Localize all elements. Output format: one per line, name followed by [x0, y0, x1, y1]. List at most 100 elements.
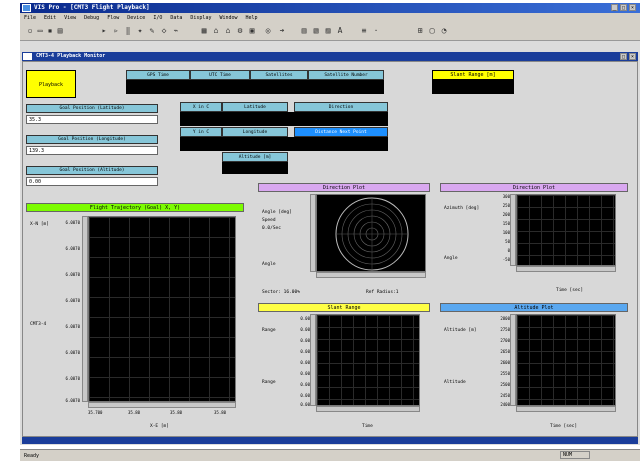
- altitude-plot-hscroll[interactable]: [516, 406, 616, 412]
- child-restore-button[interactable]: □: [620, 53, 627, 60]
- child-close-button[interactable]: ×: [629, 53, 636, 60]
- slant-range-header: Slant Range [m]: [432, 70, 514, 80]
- network-icon[interactable]: ⌂: [212, 27, 220, 35]
- slant-range-plot: [316, 314, 420, 406]
- status-bar: Ready: [20, 449, 640, 461]
- dot-icon[interactable]: ·: [372, 27, 380, 35]
- open-file-icon[interactable]: ▭: [36, 27, 44, 35]
- child-window-title: CMT3-4 Playback Monitor: [22, 52, 638, 61]
- slant-range-title: Slant Range: [258, 303, 430, 312]
- run-icon[interactable]: ▸: [100, 27, 108, 35]
- close-button[interactable]: ×: [629, 4, 636, 11]
- y-header: Y in C: [180, 127, 222, 137]
- menu-device[interactable]: Device: [123, 13, 149, 23]
- config-icon[interactable]: ⚙: [236, 27, 244, 35]
- clock-icon[interactable]: ◔: [440, 27, 448, 35]
- satellite-number-header: Satellite Number: [308, 70, 384, 80]
- menu-window[interactable]: Window: [215, 13, 241, 23]
- direction-hscroll[interactable]: [316, 272, 426, 278]
- pause-icon[interactable]: ‖: [124, 27, 132, 35]
- trajectory-hscroll[interactable]: [88, 402, 236, 408]
- flow-icon[interactable]: ◇: [160, 27, 168, 35]
- slant-range-ylabel2: Range: [262, 380, 276, 385]
- grid-icon[interactable]: ⊞: [416, 27, 424, 35]
- print-icon[interactable]: ▤: [56, 27, 64, 35]
- graph-icon[interactable]: ▥: [300, 27, 308, 35]
- direction-time-yticks: 300 250 200 150 100 50 0 -50: [490, 194, 510, 264]
- playback-button[interactable]: Playback: [26, 70, 76, 98]
- menu-view[interactable]: View: [60, 13, 80, 23]
- text-icon[interactable]: A: [336, 27, 344, 35]
- ytick: 200: [502, 212, 510, 217]
- list-icon[interactable]: ≡: [360, 27, 368, 35]
- menu-edit[interactable]: Edit: [40, 13, 60, 23]
- distance-next-header: Distance Next Point: [294, 127, 388, 137]
- new-file-icon[interactable]: ▫: [26, 27, 34, 35]
- goal-longitude-input[interactable]: 139.3: [26, 146, 158, 155]
- menu-help[interactable]: Help: [242, 13, 262, 23]
- node-icon[interactable]: ⌂: [224, 27, 232, 35]
- ytick: 250: [502, 203, 510, 208]
- menu-bar: File Edit View Debug Flow Device I/O Data Displa…: [20, 13, 640, 23]
- trajectory-yticks: 6.0070 6.0070 6.0070 6.0070 6.0070 6.007…: [44, 220, 80, 406]
- ytick: 2450: [500, 393, 510, 398]
- direction-time-plot: [516, 194, 616, 266]
- menu-flow[interactable]: Flow: [103, 13, 123, 23]
- altitude-plot-ylabel2: Altitude: [444, 380, 466, 385]
- ytick: 6.0070: [65, 398, 80, 403]
- goal-altitude-input[interactable]: 0.00: [26, 177, 158, 186]
- minimize-button[interactable]: _: [611, 4, 618, 11]
- debug-icon[interactable]: ✦: [136, 27, 144, 35]
- direction-time-title: Direction Plot: [440, 183, 628, 192]
- app-icon: [22, 4, 31, 12]
- xtick: 35.700: [88, 410, 103, 415]
- direction-label-angle2: Angle: [262, 262, 276, 267]
- menu-data[interactable]: Data: [166, 13, 186, 23]
- ytick: 0.00: [300, 393, 310, 398]
- menu-io[interactable]: I/O: [149, 13, 166, 23]
- maximize-button[interactable]: □: [620, 4, 627, 11]
- direction-time-hscroll[interactable]: [516, 266, 616, 272]
- xtick: 35.80: [214, 410, 227, 415]
- save-icon[interactable]: ▪: [46, 27, 54, 35]
- window-icon[interactable]: ▢: [428, 27, 436, 35]
- ytick: 2650: [500, 349, 510, 354]
- nav-values-row2: [180, 137, 388, 151]
- ytick: 6.0070: [65, 376, 80, 381]
- chart-icon[interactable]: ▧: [312, 27, 320, 35]
- ytick: 0.00: [300, 360, 310, 365]
- arrow-icon[interactable]: ➔: [278, 27, 286, 35]
- altitude-plot-yticks: 2800 2750 2700 2650 2600 2550 2500 2450 …: [486, 316, 510, 408]
- table-icon[interactable]: ▨: [324, 27, 332, 35]
- menu-debug[interactable]: Debug: [80, 13, 103, 23]
- altitude-plot-title: Altitude Plot: [440, 303, 628, 312]
- direction-label-angle: Angle [deg]: [262, 210, 292, 215]
- ytick: 2500: [500, 382, 510, 387]
- device-icon[interactable]: ▦: [200, 27, 208, 35]
- ytick: 0.00: [300, 327, 310, 332]
- ytick: 0.00: [300, 382, 310, 387]
- goal-latitude-input[interactable]: 35.3: [26, 115, 158, 124]
- step-icon[interactable]: ▹: [112, 27, 120, 35]
- edit-icon[interactable]: ✎: [148, 27, 156, 35]
- satellites-header: Satellites: [250, 70, 308, 80]
- gps-time-header: GPS Time: [126, 70, 190, 80]
- ytick: 0.00: [300, 402, 310, 407]
- child-icon: [23, 53, 32, 60]
- slant-range-value: [432, 80, 514, 94]
- longitude-header: Longitude: [222, 127, 288, 137]
- io-icon[interactable]: ▣: [248, 27, 256, 35]
- ytick: 0.00: [300, 371, 310, 376]
- menu-display[interactable]: Display: [186, 13, 215, 23]
- goal-longitude-label: Goal Position (Longitude): [26, 135, 158, 144]
- link-icon[interactable]: ⌁: [172, 27, 180, 35]
- utc-time-header: UTC Time: [190, 70, 250, 80]
- direction-time-ylabel: Azimuth [deg]: [444, 206, 480, 211]
- ytick: 0.00: [300, 316, 310, 321]
- menu-file[interactable]: File: [20, 13, 40, 23]
- binoculars-icon[interactable]: ◎: [264, 27, 272, 35]
- trajectory-xlabel: X-E [m]: [150, 424, 169, 429]
- slant-range-hscroll[interactable]: [316, 406, 420, 412]
- direction-header: Direction: [294, 102, 388, 112]
- app-title-bar: VIS Pro - [CMT3 Flight Playback]: [20, 3, 640, 13]
